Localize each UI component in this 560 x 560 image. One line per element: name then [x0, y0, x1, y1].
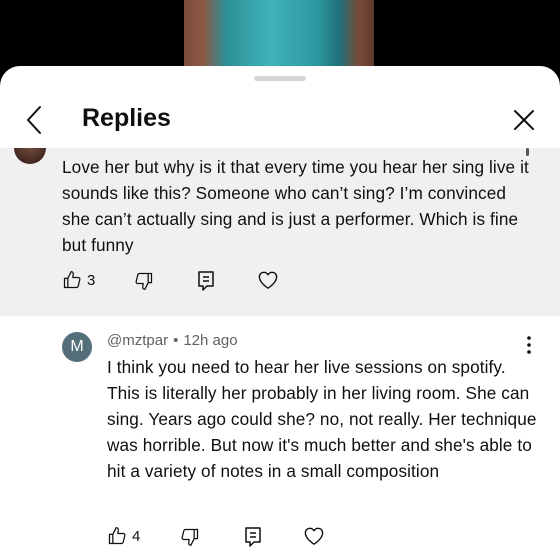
- reply-button[interactable]: [243, 526, 263, 548]
- thumbs-down-icon: [181, 528, 199, 546]
- heart-button[interactable]: [303, 526, 325, 546]
- comment-meta: @mztpar • 12h ago: [107, 332, 238, 349]
- more-options-button[interactable]: [520, 334, 538, 356]
- avatar[interactable]: M: [62, 332, 92, 362]
- heart-icon: [258, 271, 278, 289]
- like-button[interactable]: 4: [107, 526, 140, 546]
- reply-button[interactable]: [196, 270, 216, 292]
- chevron-left-icon: [27, 106, 41, 134]
- replies-header: Replies: [0, 92, 560, 148]
- comment-text: Love her but why is it that every time y…: [62, 157, 529, 255]
- heart-button[interactable]: [257, 270, 279, 290]
- close-button[interactable]: [510, 106, 538, 134]
- like-count: 4: [132, 527, 141, 545]
- meta-separator: •: [173, 332, 179, 349]
- parent-comment: Love her but why is it that every time y…: [0, 132, 560, 316]
- replies-sheet: Replies Love her but why is it that ever…: [0, 66, 560, 560]
- thumbs-up-icon: [63, 271, 81, 289]
- reply-comment: M @mztpar • 12h ago I think you need to he…: [0, 316, 560, 560]
- thumbs-up-icon: [108, 527, 126, 545]
- back-button[interactable]: [20, 102, 52, 138]
- comment-timestamp: 12h ago: [183, 332, 238, 349]
- dislike-button[interactable]: [180, 527, 200, 547]
- like-count: 3: [87, 271, 96, 289]
- like-button[interactable]: 3: [62, 270, 95, 290]
- close-icon: [514, 110, 534, 130]
- drag-handle[interactable]: [254, 76, 306, 81]
- reply-comment-icon: [245, 527, 261, 547]
- dislike-button[interactable]: [134, 271, 154, 291]
- thumbs-down-icon: [135, 272, 153, 290]
- more-vertical-icon: [527, 336, 531, 354]
- heart-icon: [304, 527, 324, 545]
- reply-comment-icon: [198, 271, 214, 291]
- comment-text: I think you need to hear her live sessio…: [107, 357, 537, 481]
- page-title: Replies: [82, 104, 171, 132]
- comment-author[interactable]: @mztpar: [107, 332, 168, 349]
